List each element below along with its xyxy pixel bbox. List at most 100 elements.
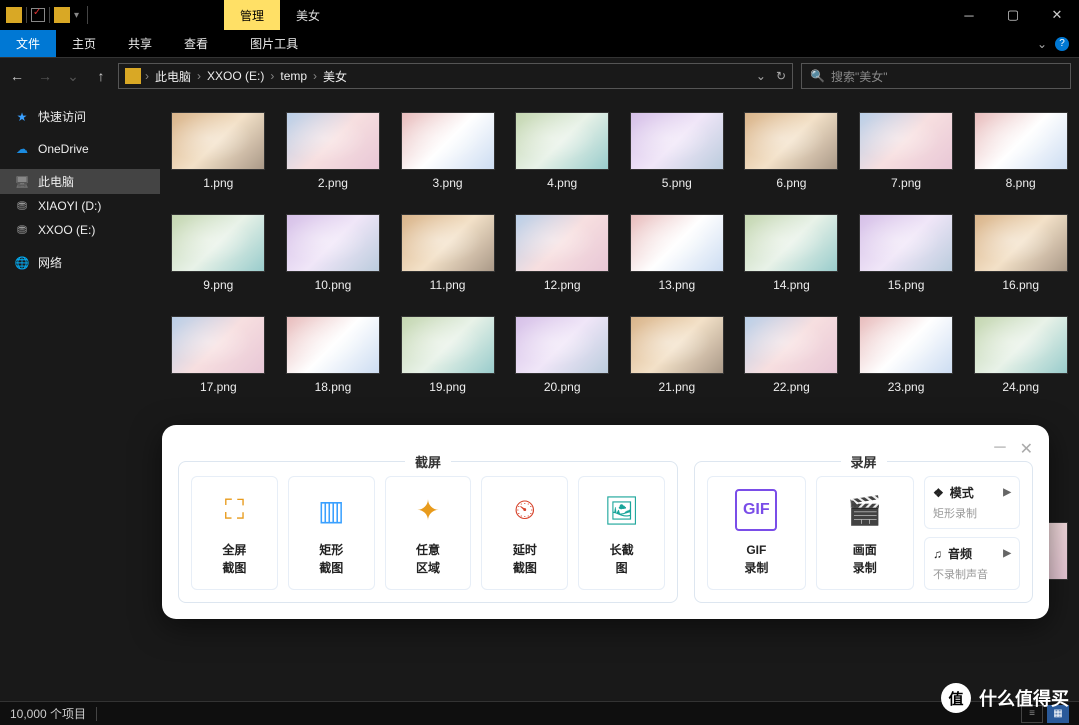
sidebar-drive-d[interactable]: ⛃XIAOYI (D:) <box>0 194 160 218</box>
file-item[interactable]: 15.png <box>858 214 955 292</box>
file-item[interactable]: 2.png <box>285 112 382 190</box>
file-name-label: 13.png <box>658 278 695 292</box>
rect-capture-button[interactable]: ▥ 矩形截图 <box>288 476 375 590</box>
file-name-label: 15.png <box>888 278 925 292</box>
thumbnail-image <box>630 112 724 170</box>
file-item[interactable]: 5.png <box>629 112 726 190</box>
back-button[interactable]: ← <box>8 68 26 85</box>
file-name-label: 10.png <box>315 278 352 292</box>
maximize-button[interactable]: ▢ <box>991 0 1035 30</box>
up-button[interactable]: ↑ <box>92 68 110 85</box>
breadcrumb-item[interactable]: 此电脑 <box>153 68 193 85</box>
file-item[interactable]: 21.png <box>629 316 726 394</box>
refresh-icon[interactable]: ↻ <box>776 69 786 83</box>
file-item[interactable]: 10.png <box>285 214 382 292</box>
file-item[interactable]: 13.png <box>629 214 726 292</box>
file-item[interactable]: 3.png <box>399 112 496 190</box>
file-item[interactable]: 20.png <box>514 316 611 394</box>
checkbox-icon[interactable] <box>31 8 45 22</box>
file-item[interactable]: 19.png <box>399 316 496 394</box>
search-box[interactable]: 🔍 搜索"美女" <box>801 63 1071 89</box>
network-icon: 🌐 <box>14 255 30 271</box>
file-item[interactable]: 16.png <box>972 214 1069 292</box>
close-button[interactable]: ✕ <box>1035 0 1079 30</box>
thumbnail-image <box>515 316 609 374</box>
window-title: 美女 <box>280 0 336 30</box>
navigation-pane: ★快速访问 ☁OneDrive 🖥此电脑 ⛃XIAOYI (D:) ⛃XXOO … <box>0 94 160 701</box>
breadcrumb-item[interactable]: XXOO (E:) <box>205 69 266 83</box>
file-name-label: 22.png <box>773 380 810 394</box>
sidebar-onedrive[interactable]: ☁OneDrive <box>0 137 160 161</box>
file-item[interactable]: 23.png <box>858 316 955 394</box>
minimize-button[interactable]: ─ <box>947 0 991 30</box>
file-item[interactable]: 14.png <box>743 214 840 292</box>
timer-icon: ⏲ <box>504 489 546 531</box>
file-name-label: 1.png <box>203 176 233 190</box>
record-audio-button[interactable]: ♫音频▶ 不录制声音 <box>924 537 1020 590</box>
sidebar-this-pc[interactable]: 🖥此电脑 <box>0 169 160 194</box>
file-item[interactable]: 18.png <box>285 316 382 394</box>
sidebar-drive-e[interactable]: ⛃XXOO (E:) <box>0 218 160 242</box>
file-item[interactable]: 4.png <box>514 112 611 190</box>
long-capture-button[interactable]: 🖼 长截图 <box>578 476 665 590</box>
fullscreen-capture-button[interactable]: ⛶ 全屏截图 <box>191 476 278 590</box>
file-name-label: 3.png <box>433 176 463 190</box>
recent-button[interactable]: ⌄ <box>64 68 82 85</box>
ribbon-tab-share[interactable]: 共享 <box>112 30 168 57</box>
file-item[interactable]: 12.png <box>514 214 611 292</box>
context-tabs: 管理 美女 <box>224 0 336 30</box>
thumbnail-image <box>859 112 953 170</box>
file-item[interactable]: 24.png <box>972 316 1069 394</box>
file-name-label: 8.png <box>1006 176 1036 190</box>
file-item[interactable]: 8.png <box>972 112 1069 190</box>
file-name-label: 19.png <box>429 380 466 394</box>
quick-access-toolbar: ▾ <box>0 6 94 24</box>
music-icon: ♫ <box>933 547 942 561</box>
panel-minimize-button[interactable]: ─ <box>994 439 1005 459</box>
thumbnail-image <box>744 112 838 170</box>
gif-record-button[interactable]: GIF GIF录制 <box>707 476 805 590</box>
freeform-capture-button[interactable]: ✦ 任意区域 <box>385 476 472 590</box>
ribbon-collapse-icon[interactable]: ⌄ <box>1037 37 1047 51</box>
file-item[interactable]: 1.png <box>170 112 267 190</box>
file-item[interactable]: 6.png <box>743 112 840 190</box>
help-icon[interactable]: ? <box>1055 37 1069 51</box>
forward-button[interactable]: → <box>36 68 54 85</box>
file-menu-button[interactable]: 文件 <box>0 30 56 57</box>
breadcrumb-item[interactable]: temp <box>278 69 309 83</box>
screen-record-button[interactable]: 🎬 画面录制 <box>816 476 914 590</box>
record-group: GIF GIF录制 🎬 画面录制 ❖模式▶ 矩形录制 ♫音频▶ 不录制声音 <box>694 461 1033 603</box>
address-bar[interactable]: › 此电脑 › XXOO (E:) › temp › 美女 ⌄ ↻ <box>118 63 793 89</box>
star-icon: ★ <box>14 109 30 125</box>
delayed-capture-button[interactable]: ⏲ 延时截图 <box>481 476 568 590</box>
panel-close-button[interactable]: ✕ <box>1020 439 1033 459</box>
ribbon-tab-view[interactable]: 查看 <box>168 30 224 57</box>
item-count: 10,000 个项目 <box>10 705 86 722</box>
context-tab-manage[interactable]: 管理 <box>224 0 280 30</box>
thumbnail-image <box>515 214 609 272</box>
thumbnail-image <box>515 112 609 170</box>
file-item[interactable]: 11.png <box>399 214 496 292</box>
breadcrumb-item[interactable]: 美女 <box>321 68 349 85</box>
file-item[interactable]: 17.png <box>170 316 267 394</box>
status-bar: 10,000 个项目 ≡ ▦ <box>0 701 1079 725</box>
grid-icon: ❖ <box>933 486 944 500</box>
fullscreen-icon: ⛶ <box>213 489 255 531</box>
thumbnail-image <box>171 214 265 272</box>
video-icon: 🎬 <box>844 489 886 531</box>
gif-icon: GIF <box>735 489 777 531</box>
ribbon-tab-home[interactable]: 主页 <box>56 30 112 57</box>
thumbnail-image <box>974 214 1068 272</box>
thumbnail-image <box>630 316 724 374</box>
drive-icon: ⛃ <box>14 222 30 238</box>
address-dropdown-icon[interactable]: ⌄ <box>756 69 766 83</box>
sidebar-quick-access[interactable]: ★快速访问 <box>0 104 160 129</box>
sidebar-network[interactable]: 🌐网络 <box>0 250 160 275</box>
record-mode-button[interactable]: ❖模式▶ 矩形录制 <box>924 476 1020 529</box>
file-item[interactable]: 22.png <box>743 316 840 394</box>
file-item[interactable]: 9.png <box>170 214 267 292</box>
file-name-label: 5.png <box>662 176 692 190</box>
file-item[interactable]: 7.png <box>858 112 955 190</box>
file-name-label: 4.png <box>547 176 577 190</box>
ribbon-tab-picture-tools[interactable]: 图片工具 <box>234 30 314 57</box>
